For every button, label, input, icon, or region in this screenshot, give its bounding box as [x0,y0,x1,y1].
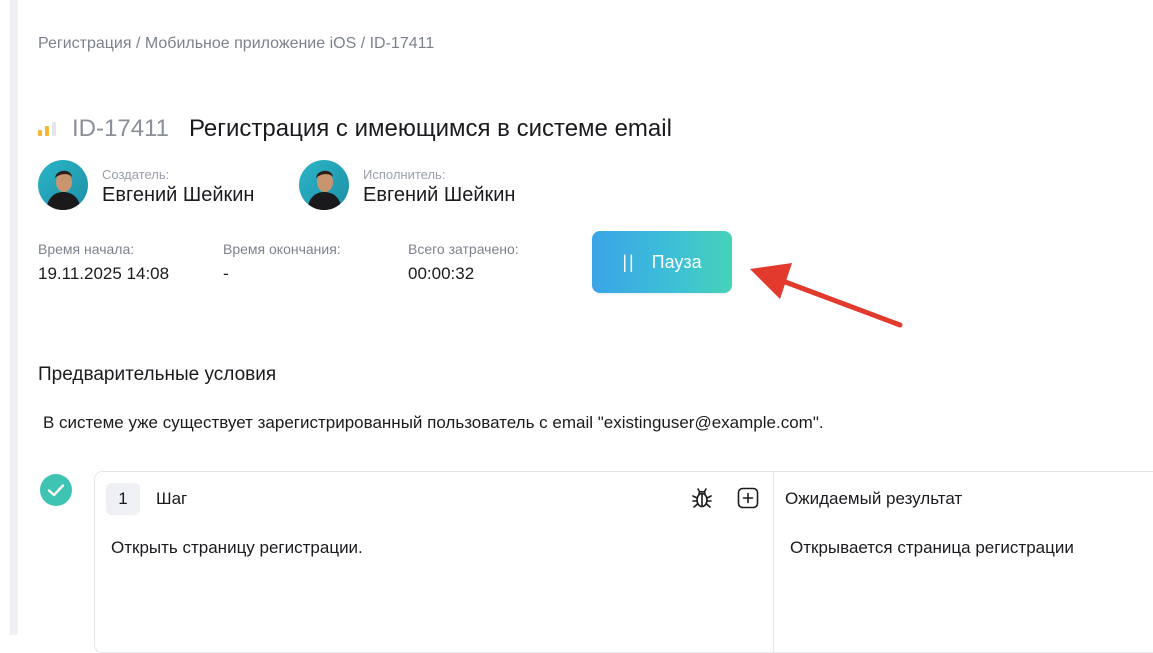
task-title: Регистрация с имеющимся в системе email [188,115,672,142]
end-time-label: Время окончания: [223,241,341,257]
pause-icon: || [622,251,636,272]
step-action-text[interactable]: Открыть страницу регистрации. [111,538,363,558]
task-title-row: ID-17411 Регистрация с имеющимся в систе… [38,113,672,145]
step-column-label: Шаг [156,489,188,508]
step-expected-text[interactable]: Открывается страница регистрации [790,538,1074,558]
expected-column-label: Ожидаемый результат [785,489,963,508]
assignee-avatar [299,160,349,210]
start-time-value: 19.11.2025 14:08 [38,264,170,283]
pause-button[interactable]: || Пауза [592,231,732,293]
total-time-label: Всего затрачено: [408,241,519,257]
preconditions-title: Предварительные условия [38,364,277,385]
task-id: ID-17411 [72,115,169,142]
assignee-role: Исполнитель: [363,167,446,182]
left-rail [10,0,18,635]
breadcrumb[interactable]: Регистрация / Мобильное приложение iOS /… [38,35,434,53]
end-time-value: - [223,264,229,283]
start-time-label: Время начала: [38,241,135,257]
total-time: Всего затрачено: 00:00:32 [408,240,519,285]
red-arrow-icon [750,263,903,328]
creator-avatar [38,160,88,210]
creator-role: Создатель: [102,167,170,182]
priority-bars-icon [38,122,56,136]
assignee: Исполнитель: Евгений Шейкин [299,160,515,210]
bug-icon[interactable] [690,486,714,510]
start-time: Время начала: 19.11.2025 14:08 [38,240,169,285]
total-time-value: 00:00:32 [408,264,475,283]
creator: Создатель: Евгений Шейкин [38,160,254,210]
creator-name: Евгений Шейкин [102,184,255,206]
add-icon[interactable] [736,486,760,510]
assignee-name: Евгений Шейкин [363,184,516,206]
check-circle-icon[interactable] [40,474,72,506]
step-card: 1 Шаг Ожидаемый результат Открыть страни… [94,471,1153,653]
pause-button-label: Пауза [651,251,702,272]
preconditions-text: В системе уже существует зарегистрирован… [43,413,824,432]
step-number: 1 [106,483,140,515]
step-divider [773,472,774,652]
end-time: Время окончания: - [223,240,341,285]
